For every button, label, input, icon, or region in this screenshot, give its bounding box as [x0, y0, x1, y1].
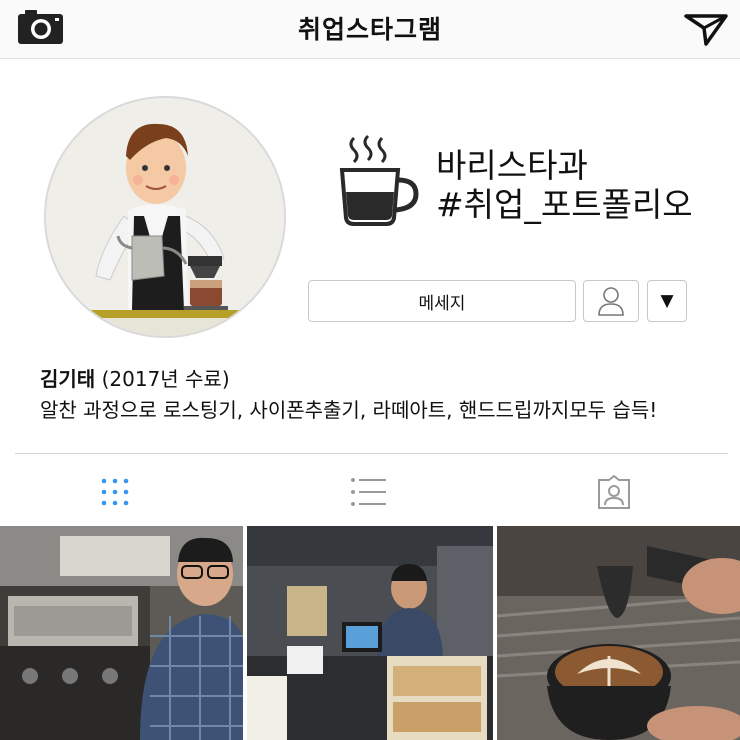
divider: [15, 453, 728, 454]
photo-latte-art[interactable]: [497, 526, 740, 740]
follow-user-button[interactable]: [583, 280, 639, 322]
app-title: 취업스타그램: [297, 15, 442, 44]
tab-tagged[interactable]: [592, 470, 636, 514]
view-tabs: [0, 470, 740, 514]
tab-list[interactable]: [346, 470, 390, 514]
photo-grid: [0, 526, 740, 740]
profile-department: 바리스타과: [436, 146, 588, 185]
photo-image: [247, 526, 493, 740]
photo-image: [497, 526, 740, 740]
profile-bio: 김기태 (2017년 수료) 알찬 과정으로 로스팅기, 사이폰추출기, 라떼아…: [40, 364, 657, 426]
photo-image: [0, 526, 243, 740]
bio-description: 알찬 과정으로 로스팅기, 사이폰추출기, 라떼아트, 핸드드립까지모두 습득!: [40, 398, 658, 422]
photo-barista-espresso[interactable]: [0, 526, 243, 740]
dropdown-button[interactable]: ▼: [647, 280, 687, 322]
tagged-user-icon: [598, 474, 630, 509]
bio-name: 김기태: [40, 367, 96, 391]
bio-name-line: 김기태 (2017년 수료): [40, 364, 657, 395]
photo-barista-cafe[interactable]: [247, 526, 493, 740]
message-button[interactable]: 메세지: [308, 280, 576, 322]
coffee-cup-icon: [339, 134, 419, 226]
user-icon: [598, 287, 624, 316]
profile-avatar[interactable]: [44, 96, 286, 338]
top-bar: 취업스타그램: [0, 0, 740, 59]
profile-headline: 바리스타과 #취업_포트폴리오: [436, 146, 693, 224]
bio-meta: (2017년 수료): [101, 367, 230, 391]
barista-illustration: [46, 98, 284, 336]
profile-hashtag: #취업_포트폴리오: [436, 185, 693, 224]
send-icon[interactable]: [684, 12, 728, 46]
list-icon: [351, 478, 386, 506]
tab-grid[interactable]: [93, 470, 137, 514]
grid-icon: [101, 478, 129, 506]
